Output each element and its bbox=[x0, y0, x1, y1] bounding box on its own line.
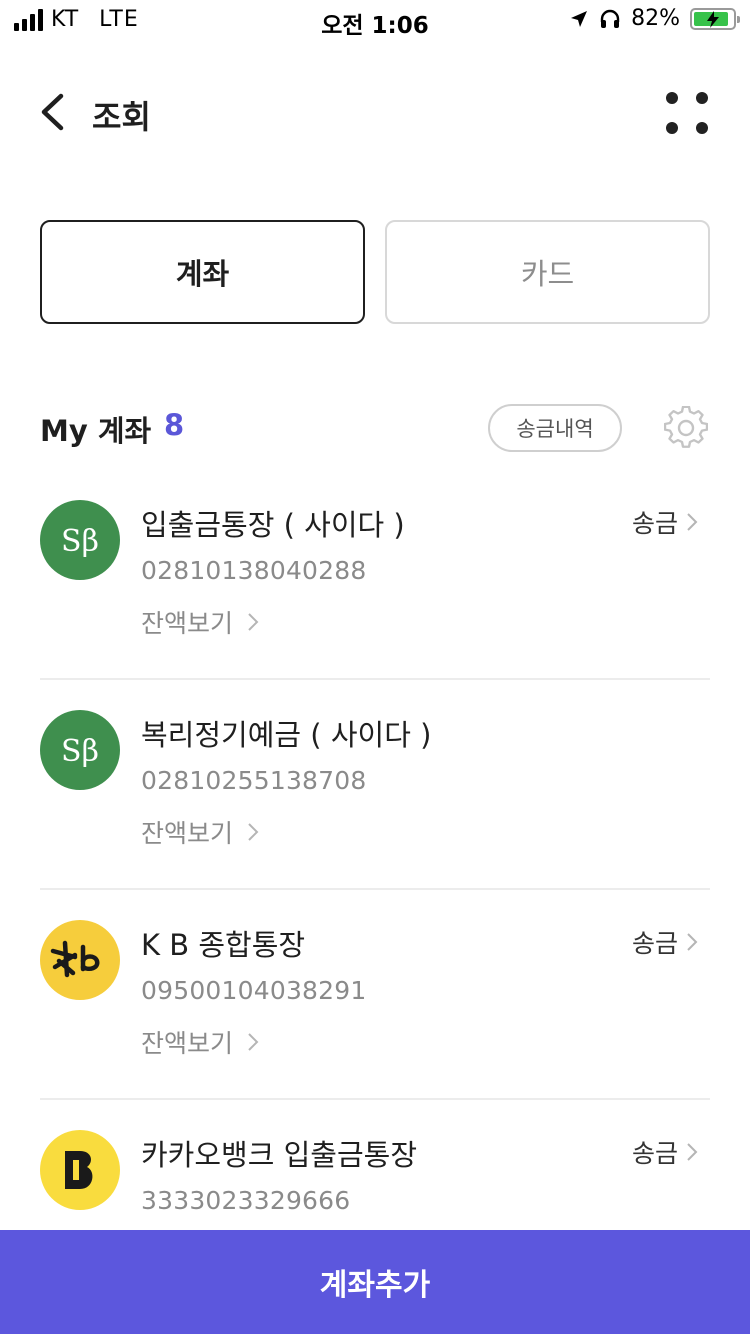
sb-logo: Sβ bbox=[40, 500, 120, 580]
transfer-label: 송금 bbox=[631, 929, 678, 958]
section-title: My 계좌 bbox=[40, 414, 152, 448]
account-item[interactable]: 카카오뱅크 입출금통장 3333023329666 송금 bbox=[40, 1100, 710, 1230]
add-account-button[interactable]: 계좌추가 bbox=[0, 1230, 750, 1334]
header: 조회 bbox=[0, 70, 750, 154]
view-balance-label: 잔액보기 bbox=[141, 819, 234, 848]
view-balance-link[interactable]: 잔액보기 bbox=[141, 814, 259, 850]
transfer-button[interactable]: 송금 bbox=[632, 1134, 698, 1170]
account-item[interactable]: Sβ 입출금통장 ( 사이다 ) 02810138040288 잔액보기 송금 bbox=[40, 470, 710, 680]
status-bar: KT LTE 오전 1:06 82% bbox=[0, 0, 750, 40]
section-header: My 계좌 8 송금내역 bbox=[40, 400, 710, 456]
transfer-label: 송금 bbox=[631, 509, 678, 538]
account-number: 3333023329666 bbox=[141, 1186, 351, 1215]
chevron-right-icon bbox=[687, 1143, 698, 1161]
account-name: K B 종합통장 bbox=[141, 928, 306, 962]
location-arrow-icon bbox=[571, 10, 588, 27]
sb-logo: Sβ bbox=[40, 710, 120, 790]
view-balance-link[interactable]: 잔액보기 bbox=[141, 604, 259, 640]
transfer-history-button[interactable]: 송금내역 bbox=[488, 404, 622, 452]
account-name: 카카오뱅크 입출금통장 bbox=[141, 1138, 418, 1172]
account-number: 02810138040288 bbox=[141, 556, 367, 585]
chevron-right-icon bbox=[248, 613, 259, 631]
account-count: 8 bbox=[164, 408, 185, 442]
chevron-left-icon[interactable] bbox=[34, 90, 74, 134]
view-balance-label: 잔액보기 bbox=[141, 1029, 234, 1058]
account-item[interactable]: K B 종합통장 09500104038291 잔액보기 송금 bbox=[40, 890, 710, 1100]
transfer-button[interactable]: 송금 bbox=[632, 924, 698, 960]
svg-text:Sβ: Sβ bbox=[61, 734, 99, 769]
kakaobank-logo bbox=[40, 1130, 120, 1210]
gear-icon[interactable] bbox=[664, 406, 708, 450]
chevron-right-icon bbox=[687, 933, 698, 951]
chevron-right-icon bbox=[687, 513, 698, 531]
page-title: 조회 bbox=[92, 98, 151, 136]
battery-charging-icon bbox=[690, 7, 740, 30]
four-dots-icon[interactable] bbox=[666, 92, 708, 134]
battery-percent: 82% bbox=[631, 6, 680, 31]
kb-logo bbox=[40, 920, 120, 1000]
view-balance-label: 잔액보기 bbox=[141, 609, 234, 638]
account-name: 복리정기예금 ( 사이다 ) bbox=[141, 718, 432, 752]
account-number: 02810255138708 bbox=[141, 766, 367, 795]
account-item[interactable]: Sβ 복리정기예금 ( 사이다 ) 02810255138708 잔액보기 bbox=[40, 680, 710, 890]
tab-card[interactable]: 카드 bbox=[385, 220, 710, 324]
headphones-icon bbox=[600, 9, 620, 28]
account-number: 09500104038291 bbox=[141, 976, 367, 1005]
status-right: 82% bbox=[569, 6, 740, 31]
svg-text:Sβ: Sβ bbox=[61, 524, 99, 559]
view-balance-link[interactable]: 잔액보기 bbox=[141, 1024, 259, 1060]
tab-account[interactable]: 계좌 bbox=[40, 220, 365, 324]
chevron-right-icon bbox=[248, 1033, 259, 1051]
chevron-right-icon bbox=[248, 823, 259, 841]
transfer-label: 송금 bbox=[631, 1139, 678, 1168]
account-name: 입출금통장 ( 사이다 ) bbox=[141, 508, 405, 542]
transfer-button[interactable]: 송금 bbox=[632, 504, 698, 540]
